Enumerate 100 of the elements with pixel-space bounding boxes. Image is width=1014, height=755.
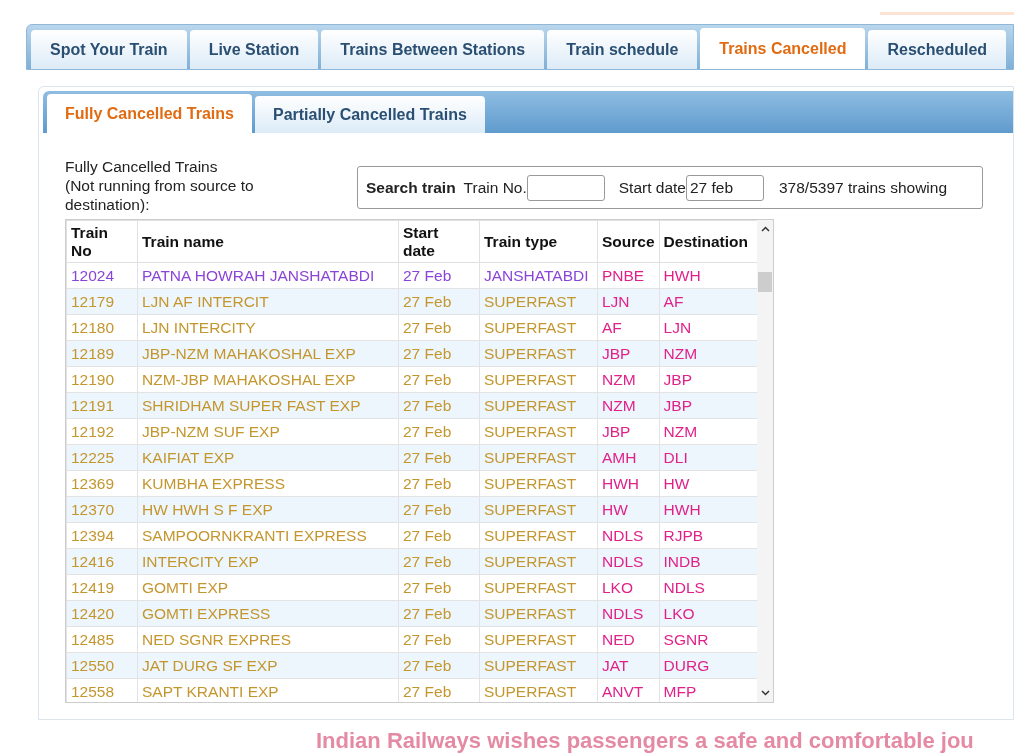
table-cell: NDLS <box>597 600 660 627</box>
table-cell: 12394 <box>66 522 138 549</box>
table-cell: 12485 <box>66 626 138 653</box>
table-cell: JAT <box>597 652 660 679</box>
table-cell: SUPERFAST <box>479 444 598 471</box>
table-cell: 12180 <box>66 314 138 341</box>
scroll-up-icon[interactable] <box>760 226 770 232</box>
train-count: 378/5397 trains showing <box>779 177 948 198</box>
table-cell: 27 Feb <box>398 444 480 471</box>
scroll-down-icon[interactable] <box>760 690 770 696</box>
table-cell: SUPERFAST <box>479 652 598 679</box>
table-cell: AMH <box>597 444 660 471</box>
table-cell: JBP <box>597 340 660 367</box>
table-cell: NZM <box>597 366 660 393</box>
table-cell: 12550 <box>66 652 138 679</box>
table-cell: 12225 <box>66 444 138 471</box>
column-header[interactable]: Train No <box>66 220 138 263</box>
table-cell: PATNA HOWRAH JANSHATABDI <box>137 262 399 289</box>
column-header[interactable]: Train type <box>479 220 598 263</box>
search-title: Search train <box>366 177 456 198</box>
table-cell: GOMTI EXP <box>137 574 399 601</box>
table-cell: SUPERFAST <box>479 522 598 549</box>
table-cell: HW HWH S F EXP <box>137 496 399 523</box>
tab[interactable]: Rescheduled <box>868 30 1007 69</box>
table-cell: 12179 <box>66 288 138 315</box>
table-cell: 27 Feb <box>398 548 480 575</box>
heading-text: Fully Cancelled Trains <box>65 157 219 176</box>
table-cell: 27 Feb <box>398 418 480 445</box>
table-cell: HW <box>597 496 660 523</box>
table-cell: 27 Feb <box>398 626 480 653</box>
tab[interactable]: Trains Between Stations <box>321 30 545 69</box>
footer-message: Indian Railways wishes passengers a safe and comfortable jou <box>316 727 974 755</box>
column-header[interactable]: Train name <box>137 220 399 263</box>
table-cell: 27 Feb <box>398 496 480 523</box>
table-cell: GOMTI EXPRESS <box>137 600 399 627</box>
table-cell: 12419 <box>66 574 138 601</box>
input-field[interactable] <box>526 174 605 201</box>
table-cell: 12370 <box>66 496 138 523</box>
table-cell: JBP <box>597 418 660 445</box>
table-cell: 27 Feb <box>398 392 480 419</box>
table-cell: JBP-NZM SUF EXP <box>137 418 399 445</box>
table-cell: 27 Feb <box>398 470 480 497</box>
field-label: Train No. <box>463 177 527 198</box>
table-cell: JANSHATABDI <box>479 262 598 289</box>
table-cell: 12416 <box>66 548 138 575</box>
table-cell: LJN <box>597 288 660 315</box>
table-cell: PNBE <box>597 262 660 289</box>
table-cell: 27 Feb <box>398 600 480 627</box>
table-cell: SUPERFAST <box>479 470 598 497</box>
table-cell: 27 Feb <box>398 288 480 315</box>
table-cell: SHRIDHAM SUPER FAST EXP <box>137 392 399 419</box>
table-cell: 12024 <box>66 262 138 289</box>
table-cell: 12420 <box>66 600 138 627</box>
table-cell: 27 Feb <box>398 340 480 367</box>
table-cell: SUPERFAST <box>479 600 598 627</box>
table-cell: 27 Feb <box>398 522 480 549</box>
tab[interactable]: Live Station <box>189 30 319 69</box>
table-cell: SUPERFAST <box>479 392 598 419</box>
table-cell: LJN INTERCITY <box>137 314 399 341</box>
table-cell: SUPERFAST <box>479 418 598 445</box>
table-cell: NZM-JBP MAHAKOSHAL EXP <box>137 366 399 393</box>
tab[interactable]: Spot Your Train <box>31 30 187 69</box>
table-cell: NED SGNR EXPRES <box>137 626 399 653</box>
column-header[interactable]: Source <box>597 220 660 263</box>
table-cell: KAIFIAT EXP <box>137 444 399 471</box>
field-label: Start date <box>618 177 686 198</box>
table-cell: 12192 <box>66 418 138 445</box>
table-cell: SUPERFAST <box>479 496 598 523</box>
table-cell: 27 Feb <box>398 574 480 601</box>
table-cell: 12190 <box>66 366 138 393</box>
table-cell: JBP-NZM MAHAKOSHAL EXP <box>137 340 399 367</box>
table-cell: 27 Feb <box>398 652 480 679</box>
table-cell: NZM <box>597 392 660 419</box>
table-cell: SAMPOORNKRANTI EXPRESS <box>137 522 399 549</box>
table-cell: NED <box>597 626 660 653</box>
scrollbar[interactable] <box>757 220 773 702</box>
table-cell: LKO <box>597 574 660 601</box>
table-cell: SUPERFAST <box>479 548 598 575</box>
table-cell: SUPERFAST <box>479 626 598 653</box>
table-cell: 27 Feb <box>398 366 480 393</box>
scroll-thumb[interactable] <box>758 272 772 292</box>
table-cell: KUMBHA EXPRESS <box>137 470 399 497</box>
table-cell: SUPERFAST <box>479 574 598 601</box>
tab[interactable]: Train schedule <box>547 30 698 69</box>
table-cell: NDLS <box>597 548 660 575</box>
table-cell: 12191 <box>66 392 138 419</box>
table-cell: 12189 <box>66 340 138 367</box>
tab[interactable]: Partially Cancelled Trains <box>254 96 485 133</box>
heading-text: (Not running from source to <box>65 176 255 195</box>
heading-text: destination): <box>65 195 151 214</box>
table-cell: JAT DURG SF EXP <box>137 652 399 679</box>
table-cell: NDLS <box>597 522 660 549</box>
table-cell: SUPERFAST <box>479 314 598 341</box>
table-cell: SUPERFAST <box>479 366 598 393</box>
table-cell: 12369 <box>66 470 138 497</box>
table-cell: INTERCITY EXP <box>137 548 399 575</box>
input-field[interactable]: 27 feb <box>686 174 764 201</box>
table-cell: AF <box>597 314 660 341</box>
column-header[interactable]: Start date <box>398 220 480 263</box>
table-cell: SUPERFAST <box>479 288 598 315</box>
